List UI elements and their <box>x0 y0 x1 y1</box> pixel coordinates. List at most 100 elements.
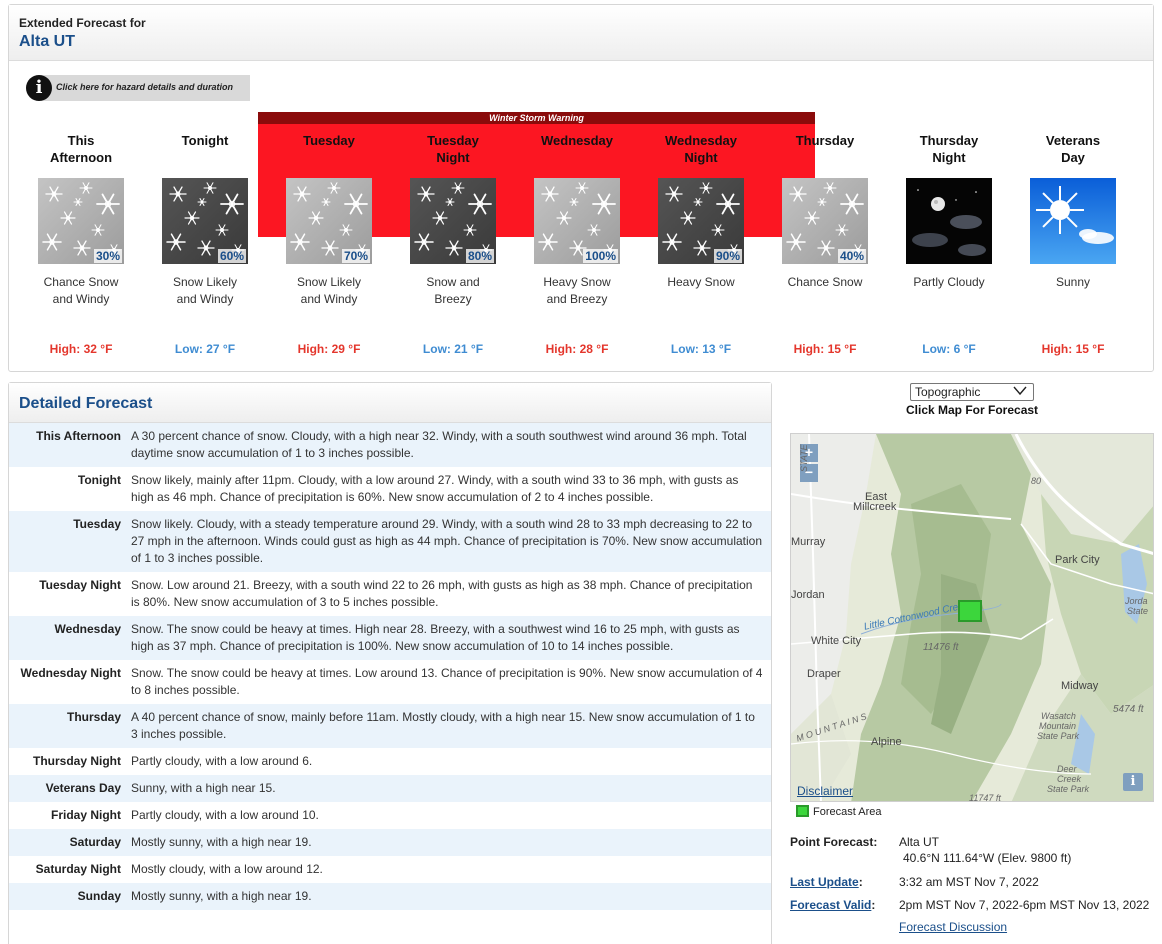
short-forecast: Chance Snow and Windy <box>19 274 143 310</box>
high-temp: High: 15 °F <box>1041 342 1105 356</box>
short-forecast-line2: and Breezy <box>546 292 608 306</box>
last-update-link[interactable]: Last Update <box>790 875 859 889</box>
detailed-period-text: A 40 percent chance of snow, mainly befo… <box>131 710 755 741</box>
forecast-period[interactable]: Veterans Day Sunny High: 15 °F <box>1011 132 1135 356</box>
period-name: Tuesday <box>267 132 391 168</box>
map-label-state-park: State Park <box>1037 731 1080 741</box>
period-name: This Afternoon <box>19 132 143 168</box>
forecast-period[interactable]: Thursday 40% Chance Snow High: 15 °F <box>763 132 887 356</box>
snow-day-icon[interactable]: 100% <box>534 178 620 264</box>
detailed-period-text: Mostly cloudy, with a low around 12. <box>131 862 323 876</box>
detailed-forecast-table: This Afternoon A 30 percent chance of sno… <box>9 423 771 910</box>
disclaimer-link[interactable]: Disclaimer <box>797 784 853 798</box>
detailed-period-text: Mostly sunny, with a high near 19. <box>131 889 312 903</box>
detailed-period-text: Snow. Low around 21. Breezy, with a sout… <box>131 578 753 609</box>
detailed-period-label: Thursday <box>66 710 121 724</box>
map-info-icon[interactable]: i <box>1123 773 1143 791</box>
detailed-period-text: Partly cloudy, with a low around 6. <box>131 754 313 768</box>
extended-forecast-panel: Extended Forecast for Alta UT i Click he… <box>8 4 1154 372</box>
forecast-period[interactable]: Thursday Night Partly Cloudy Low: 6 °F <box>887 132 1011 356</box>
period-name-line1: Tuesday <box>427 133 479 148</box>
detailed-forecast-row: Tuesday Snow likely. Cloudy, with a stead… <box>9 511 771 572</box>
map-label-elev-5474: 5474 ft <box>1113 704 1144 715</box>
map-label-jordanelle: Jorda <box>1125 596 1148 606</box>
info-icon: i <box>26 75 52 101</box>
period-name-line2: Night <box>932 150 966 165</box>
detailed-forecast-row: Thursday A 40 percent chance of snow, mai… <box>9 704 771 748</box>
precip-chance: 30% <box>93 249 122 263</box>
period-name: Wednesday Night <box>639 132 763 168</box>
map-label-elev-11476: 11476 ft <box>923 642 959 653</box>
period-name-line2: Night <box>436 150 470 165</box>
snow-day-icon[interactable]: 30% <box>38 178 124 264</box>
low-temp: Low: 6 °F <box>922 342 976 356</box>
short-forecast-line2: and Windy <box>52 292 110 306</box>
short-forecast-line1: Snow Likely <box>172 275 238 289</box>
forecast-period[interactable]: Tuesday 70% Snow Likely and Windy High: 29 °… <box>267 132 391 356</box>
forecast-period[interactable]: Wednesday 100% Heavy Snow and Breezy High: 2… <box>515 132 639 356</box>
winter-storm-warning-label[interactable]: Winter Storm Warning <box>258 112 815 124</box>
detailed-period-label: Thursday Night <box>32 754 121 768</box>
short-forecast: Chance Snow <box>763 274 887 310</box>
detailed-period-label: Saturday <box>69 835 121 849</box>
precip-chance: 80% <box>465 249 494 263</box>
forecast-period[interactable]: Tonight 60% Snow Likely and Windy Low: 27 °F <box>143 132 267 356</box>
point-forecast-location: Alta UT <box>899 835 940 849</box>
extended-forecast-header: Extended Forecast for Alta UT <box>9 5 1153 61</box>
detailed-period-text: Snow likely, mainly after 11pm. Cloudy, … <box>131 473 739 504</box>
last-update-value: 3:32 am MST Nov 7, 2022 <box>899 875 1039 889</box>
map-label-state-street: STATE <box>799 444 809 472</box>
detailed-period-label: Veterans Day <box>45 781 121 795</box>
forecast-valid-colon: : <box>871 898 876 912</box>
detailed-period-label: Tonight <box>77 473 121 487</box>
extended-forecast-label: Extended Forecast for <box>19 16 146 30</box>
short-forecast-line1: Heavy Snow <box>667 275 735 289</box>
partly-cloudy-night-icon[interactable] <box>906 178 992 264</box>
detailed-period-text: Snow. The snow could be heavy at times. … <box>131 622 740 653</box>
short-forecast-line1: Snow Likely <box>296 275 362 289</box>
period-name: Veterans Day <box>1011 132 1135 168</box>
low-temp: Low: 27 °F <box>174 342 236 356</box>
location-title: Alta UT <box>19 33 75 50</box>
detailed-period-label: Tuesday Night <box>39 578 121 592</box>
forecast-map[interactable]: + − STATE 80 East Millcreek Murray Park … <box>790 433 1154 802</box>
short-forecast: Snow Likely and Windy <box>143 274 267 310</box>
forecast-period[interactable]: This Afternoon 30% Chance Snow and Windy High… <box>19 132 143 356</box>
detailed-period-label: Sunday <box>77 889 121 903</box>
period-name: Tonight <box>143 132 267 168</box>
forecast-period[interactable]: Wednesday Night 90% Heavy Snow Low: 13 °F <box>639 132 763 356</box>
sunny-icon[interactable] <box>1030 178 1116 264</box>
short-forecast: Sunny <box>1011 274 1135 310</box>
detailed-forecast-row: Saturday Night Mostly cloudy, with a low … <box>9 856 771 883</box>
snow-night-icon[interactable]: 80% <box>410 178 496 264</box>
map-label-midway: Midway <box>1061 680 1099 692</box>
detailed-period-label: Friday Night <box>50 808 121 822</box>
forecast-discussion-link[interactable]: Forecast Discussion <box>899 920 1007 934</box>
point-forecast-label: Point Forecast: <box>790 835 878 849</box>
period-name-line1: Tonight <box>181 133 229 148</box>
forecast-area-marker[interactable] <box>958 600 982 622</box>
short-forecast: Snow and Breezy <box>391 274 515 310</box>
period-name: Wednesday <box>515 132 639 168</box>
snow-night-icon[interactable]: 60% <box>162 178 248 264</box>
snow-day-icon[interactable]: 70% <box>286 178 372 264</box>
detailed-forecast-row: Tonight Snow likely, mainly after 11pm. C… <box>9 467 771 511</box>
map-label-jordanelle-state: State <box>1127 606 1149 616</box>
hazard-details-button[interactable]: i Click here for hazard details and dura… <box>26 75 250 101</box>
precip-chance: 100% <box>583 249 618 263</box>
map-label-deer: Deer <box>1057 764 1077 774</box>
click-map-hint: Click Map For Forecast <box>906 403 1039 417</box>
forecast-valid-link[interactable]: Forecast Valid <box>790 898 871 912</box>
detailed-period-label: This Afternoon <box>36 429 121 443</box>
high-temp: High: 29 °F <box>297 342 361 356</box>
snow-night-icon[interactable]: 90% <box>658 178 744 264</box>
snow-day-icon[interactable]: 40% <box>782 178 868 264</box>
detailed-forecast-title: Detailed Forecast <box>9 383 771 423</box>
forecast-period[interactable]: Tuesday Night 80% Snow and Breezy Low: 21 °F <box>391 132 515 356</box>
basemap-select[interactable]: Topographic <box>910 383 1034 401</box>
detailed-forecast-panel: Detailed Forecast This Afternoon A 30 per… <box>8 382 772 944</box>
period-name-line1: Tuesday <box>303 133 355 148</box>
period-name-line2: Night <box>684 150 718 165</box>
detailed-forecast-row: Veterans Day Sunny, with a high near 15. <box>9 775 771 802</box>
period-name: Thursday Night <box>887 132 1011 168</box>
